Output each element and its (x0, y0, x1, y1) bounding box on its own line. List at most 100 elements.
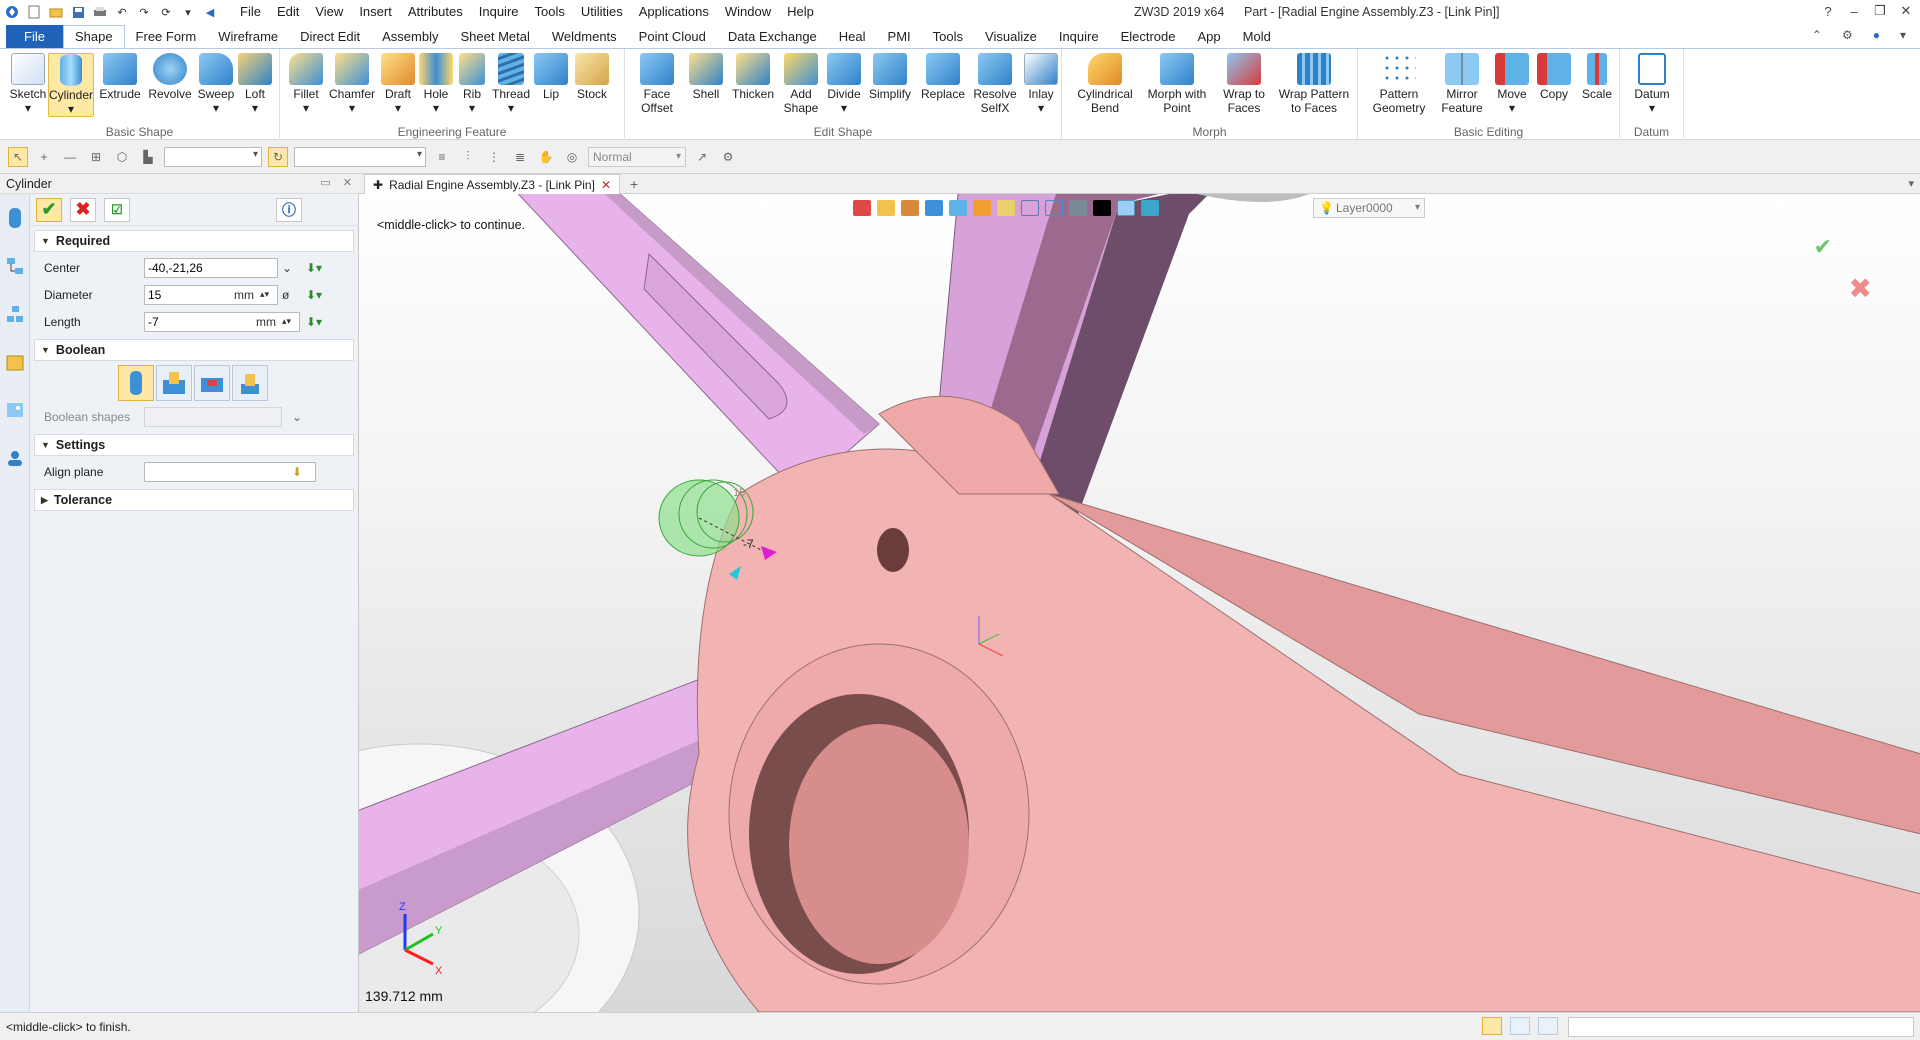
menu-inquire[interactable]: Inquire (471, 0, 527, 24)
image-icon[interactable] (0, 386, 30, 434)
close-panel-icon[interactable]: ✕ (343, 176, 352, 189)
boolean-intersect-icon[interactable] (232, 365, 268, 401)
add-shape-button[interactable]: Add Shape (779, 53, 823, 115)
inlay-button[interactable]: Inlay ▾ (1023, 53, 1059, 115)
view-icon[interactable] (877, 200, 895, 216)
settings-icon[interactable]: ⚙ (718, 147, 738, 167)
tab-visualize[interactable]: Visualize (974, 25, 1048, 48)
fillet-button[interactable]: Fillet ▾ (286, 53, 326, 115)
ok-button[interactable]: ✔ (36, 197, 62, 222)
boolean-remove-icon[interactable] (194, 365, 230, 401)
move-button[interactable]: Move ▾ (1492, 53, 1532, 115)
section-tolerance[interactable]: ▶ Tolerance (34, 489, 354, 511)
shell-button[interactable]: Shell (685, 53, 727, 101)
expand-options-icon[interactable]: ⌄ (282, 261, 292, 275)
tab-data-exchange[interactable]: Data Exchange (717, 25, 828, 48)
gear-icon[interactable]: ⚙ (1842, 28, 1853, 42)
render-mode-select[interactable]: Normal ▾ (588, 146, 686, 167)
select-icon[interactable]: ▙ (138, 147, 158, 167)
copy-button[interactable]: Copy (1534, 53, 1574, 101)
tab-electrode[interactable]: Electrode (1110, 25, 1187, 48)
lip-button[interactable]: Lip (534, 53, 568, 101)
chamfer-button[interactable]: Chamfer ▾ (328, 53, 376, 115)
center-input[interactable] (144, 257, 278, 278)
length-input[interactable] (144, 311, 300, 332)
stock-button[interactable]: Stock (572, 53, 612, 101)
black-swatch-icon[interactable] (1093, 200, 1111, 216)
spinner-icon[interactable]: ▴▾ (260, 289, 269, 300)
section-boolean[interactable]: ▼ Boolean (34, 339, 354, 361)
cylinder-nav-icon[interactable] (0, 194, 30, 242)
new-tab-icon[interactable]: + (630, 176, 638, 192)
minimize-icon[interactable]: – (1846, 2, 1862, 20)
hexagon-icon[interactable]: ⬡ (112, 147, 132, 167)
tab-app[interactable]: App (1187, 25, 1232, 48)
distribute-icon[interactable]: ⫶ (458, 147, 478, 167)
close-icon[interactable]: ✕ (1898, 2, 1914, 20)
repeat-icon[interactable]: ⟳ (158, 4, 174, 20)
chevron-down-icon[interactable]: ▾ (1900, 28, 1906, 42)
diameter-symbol-icon[interactable]: ø (282, 288, 289, 302)
shaded-cube-icon[interactable] (925, 200, 943, 216)
menu-file[interactable]: File (232, 0, 269, 24)
boolean-add-icon[interactable] (156, 365, 192, 401)
redo-icon[interactable]: ↷ (136, 4, 152, 20)
selection-dropdown[interactable] (294, 146, 426, 167)
restore-icon[interactable]: ❐ (1872, 2, 1888, 20)
extrude-button[interactable]: Extrude (98, 53, 142, 101)
chevron-down-icon[interactable]: ▾ (180, 4, 196, 20)
wire-cube-icon[interactable] (949, 200, 967, 216)
tab-file[interactable]: File (6, 25, 63, 48)
tab-pmi[interactable]: PMI (877, 25, 922, 48)
ruler-icon[interactable] (901, 200, 919, 216)
tab-sheet-metal[interactable]: Sheet Metal (450, 25, 541, 48)
app-logo-icon[interactable] (4, 4, 20, 20)
open-file-icon[interactable] (48, 4, 64, 20)
orange-cube-icon[interactable] (973, 200, 991, 216)
loft-button[interactable]: Loft ▾ (236, 53, 274, 115)
model-scene[interactable]: -7 15 Z Y X (359, 194, 1920, 1012)
menu-edit[interactable]: Edit (269, 0, 307, 24)
refresh-icon[interactable]: ↻ (268, 146, 288, 167)
layer-icon[interactable] (1141, 200, 1159, 216)
menu-applications[interactable]: Applications (631, 0, 717, 24)
exit-icon[interactable] (853, 200, 871, 216)
wrap-to-faces-button[interactable]: Wrap to Faces (1218, 53, 1270, 115)
status-window-icon[interactable] (1538, 1017, 1558, 1035)
zoom-fit-icon[interactable] (997, 200, 1015, 216)
rib-button[interactable]: Rib ▾ (456, 53, 488, 115)
pattern-geometry-button[interactable]: Pattern Geometry (1368, 53, 1430, 115)
tab-direct-edit[interactable]: Direct Edit (289, 25, 371, 48)
hole-button[interactable]: Hole ▾ (418, 53, 454, 115)
resolve-selfx-button[interactable]: Resolve SelfX (969, 53, 1021, 115)
save-icon[interactable] (70, 4, 86, 20)
draft-button[interactable]: Draft ▾ (380, 53, 416, 115)
cancel-button[interactable]: ✖ (70, 197, 96, 222)
tab-mold[interactable]: Mold (1232, 25, 1282, 48)
filter-dropdown[interactable] (164, 146, 262, 167)
collapse-ribbon-icon[interactable]: ⌃ (1812, 28, 1822, 42)
thicken-button[interactable]: Thicken (729, 53, 777, 101)
tab-wireframe[interactable]: Wireframe (207, 25, 289, 48)
align-icon[interactable]: ≡ (432, 147, 452, 167)
simplify-button[interactable]: Simplify (865, 53, 915, 101)
divide-button[interactable]: Divide ▾ (823, 53, 865, 115)
3d-viewport[interactable]: -7 15 Z Y X 💡 Layer0000 ▾ <middle-click>… (358, 194, 1920, 1012)
pick-diameter-icon[interactable]: ⬇▾ (306, 288, 322, 302)
menu-insert[interactable]: Insert (351, 0, 400, 24)
undo-icon[interactable]: ↶ (114, 4, 130, 20)
morph-with-point-button[interactable]: Morph with Point (1144, 53, 1210, 115)
render-icon[interactable]: ◎ (562, 147, 582, 167)
minus-icon[interactable]: — (60, 147, 80, 167)
help-icon[interactable]: ? (1820, 2, 1836, 20)
tab-inquire[interactable]: Inquire (1048, 25, 1110, 48)
layer-select[interactable]: 💡 Layer0000 ▾ (1313, 198, 1425, 218)
revolve-button[interactable]: Revolve (148, 53, 192, 101)
tab-list-icon[interactable]: ▾ (1908, 177, 1914, 190)
history-tree-icon[interactable] (0, 242, 30, 290)
replace-button[interactable]: Replace (919, 53, 967, 101)
menu-attributes[interactable]: Attributes (400, 0, 471, 24)
blue-swatch-icon[interactable] (1117, 200, 1135, 216)
new-file-icon[interactable] (26, 4, 42, 20)
command-input[interactable] (1568, 1017, 1914, 1037)
